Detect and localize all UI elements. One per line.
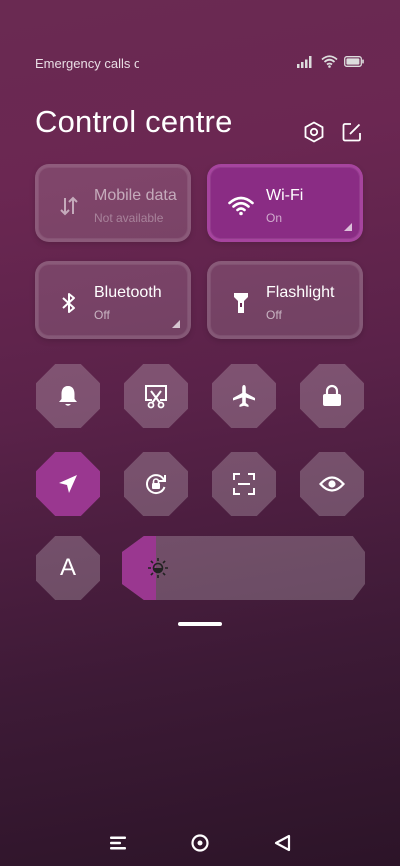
screenshot-icon bbox=[145, 385, 167, 409]
location-icon bbox=[59, 475, 77, 493]
tile-wifi[interactable]: Wi-Fi On bbox=[207, 164, 363, 242]
tile-bluetooth[interactable]: Bluetooth Off bbox=[35, 261, 191, 339]
tile-mobile-data[interactable]: Mobile data Not available bbox=[35, 164, 191, 242]
back-icon bbox=[274, 834, 291, 852]
scanner-icon bbox=[233, 473, 255, 495]
home-icon bbox=[191, 834, 209, 852]
tile-label: Flashlight bbox=[266, 284, 335, 301]
settings-button[interactable] bbox=[302, 120, 326, 144]
settings-icon bbox=[304, 121, 324, 143]
auto-brightness-label: A bbox=[59, 554, 76, 581]
bell-icon bbox=[59, 386, 77, 406]
tile-status: Not available bbox=[94, 211, 164, 225]
battery-icon bbox=[344, 56, 364, 67]
eye-icon bbox=[319, 476, 345, 492]
toggle-location[interactable] bbox=[36, 452, 100, 516]
carrier-status-text: Emergency calls only bbox=[35, 56, 139, 71]
toggle-silent[interactable] bbox=[36, 364, 100, 428]
lock-icon bbox=[323, 384, 341, 406]
wifi-icon bbox=[228, 193, 254, 219]
drag-handle[interactable] bbox=[178, 622, 222, 626]
tile-flashlight[interactable]: Flashlight Off bbox=[207, 261, 363, 339]
toggle-screenshot[interactable] bbox=[124, 364, 188, 428]
brightness-icon bbox=[148, 558, 168, 578]
auto-rotate-icon bbox=[146, 474, 166, 495]
tile-label: Bluetooth bbox=[94, 284, 162, 301]
airplane-icon bbox=[233, 385, 255, 407]
toggle-auto-rotate[interactable] bbox=[124, 452, 188, 516]
tile-status: On bbox=[266, 211, 283, 225]
navigation-bar bbox=[0, 828, 400, 856]
page-title: Control centre bbox=[35, 104, 233, 139]
back-button[interactable] bbox=[272, 832, 294, 854]
toggle-reading-mode[interactable] bbox=[300, 452, 364, 516]
home-button[interactable] bbox=[189, 832, 211, 854]
signal-icon bbox=[297, 55, 312, 68]
toggle-scanner[interactable] bbox=[212, 452, 276, 516]
mobile-data-icon bbox=[56, 193, 82, 219]
edit-button[interactable] bbox=[340, 120, 364, 144]
toggle-airplane[interactable] bbox=[212, 364, 276, 428]
tile-status: Off bbox=[266, 308, 282, 322]
tile-label: Wi-Fi bbox=[266, 187, 304, 204]
status-bar: Emergency calls only bbox=[0, 52, 400, 74]
auto-brightness-button[interactable]: A bbox=[36, 536, 100, 600]
expand-corner-icon bbox=[172, 320, 180, 328]
expand-corner-icon bbox=[344, 223, 352, 231]
brightness-slider[interactable] bbox=[122, 536, 365, 600]
wifi-icon bbox=[321, 55, 338, 68]
status-icons bbox=[297, 55, 364, 68]
recents-icon bbox=[110, 836, 126, 850]
tile-label: Mobile data bbox=[94, 187, 177, 204]
flashlight-icon bbox=[228, 290, 254, 316]
tile-status: Off bbox=[94, 308, 110, 322]
edit-icon bbox=[342, 123, 361, 142]
toggle-lock-screen[interactable] bbox=[300, 364, 364, 428]
bluetooth-icon bbox=[56, 290, 82, 316]
recents-button[interactable] bbox=[107, 832, 129, 854]
